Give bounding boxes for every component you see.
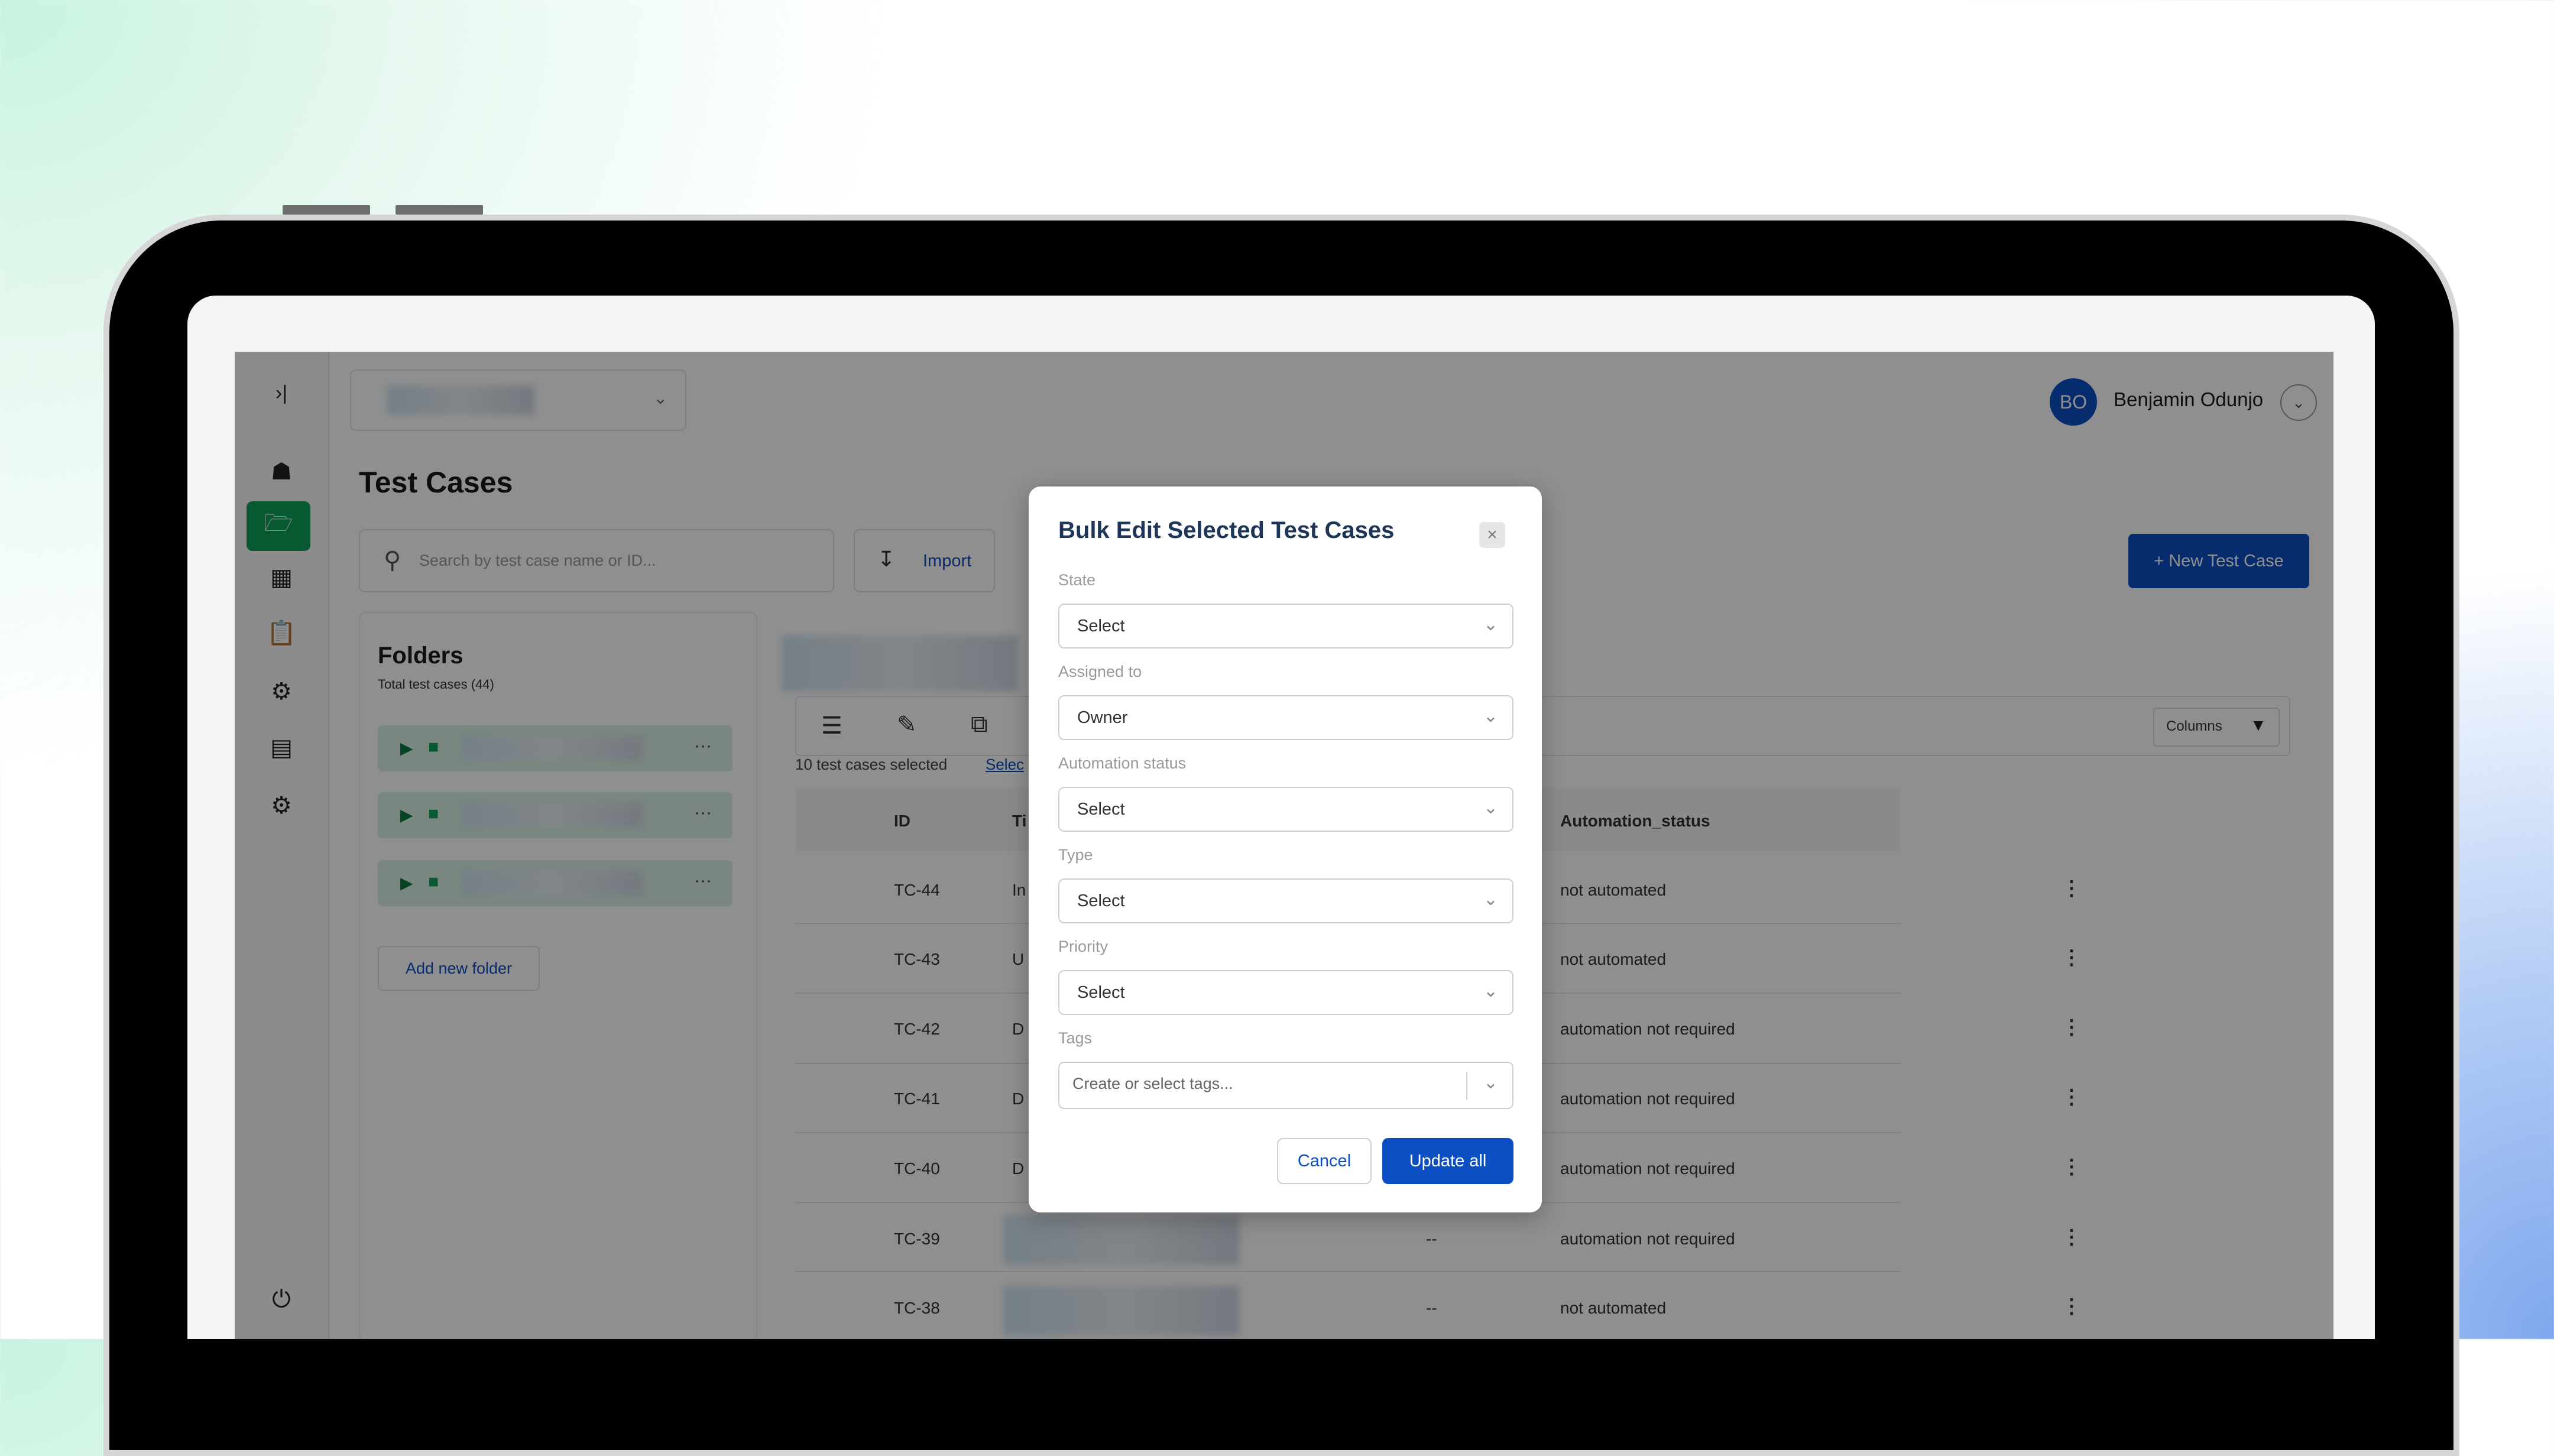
state-label: State [1058,571,1096,589]
update-all-button[interactable]: Update all [1382,1138,1513,1184]
chevron-down-icon: ⌄ [1483,615,1498,634]
automation-status-select[interactable]: Select ⌄ [1058,787,1513,832]
chevron-down-icon: ⌄ [1483,890,1498,909]
state-select[interactable]: Select ⌄ [1058,604,1513,648]
type-select[interactable]: Select ⌄ [1058,878,1513,923]
bulk-edit-modal: Bulk Edit Selected Test Cases × State Se… [1029,487,1542,1212]
state-value: Select [1077,617,1125,635]
device-volume-button [283,205,370,215]
automation-status-value: Select [1077,800,1125,819]
chevron-down-icon: ⌄ [1483,798,1498,818]
priority-select[interactable]: Select ⌄ [1058,970,1513,1015]
chevron-down-icon: ⌄ [1483,981,1498,1001]
tags-label: Tags [1058,1029,1093,1047]
device-power-button [396,205,483,215]
automation-status-label: Automation status [1058,754,1187,772]
chevron-down-icon: ⌄ [1483,1073,1498,1092]
cancel-button[interactable]: Cancel [1277,1138,1372,1184]
tags-placeholder: Create or select tags... [1072,1075,1233,1092]
modal-title: Bulk Edit Selected Test Cases [1058,517,1395,543]
assigned-to-label: Assigned to [1058,663,1142,680]
close-icon[interactable]: × [1479,522,1505,548]
assigned-to-value: Owner [1077,708,1128,727]
tags-input[interactable]: Create or select tags... ⌄ [1058,1062,1513,1109]
type-value: Select [1077,891,1125,910]
assigned-to-select[interactable]: Owner ⌄ [1058,695,1513,740]
chevron-down-icon: ⌄ [1483,706,1498,726]
priority-value: Select [1077,983,1125,1002]
tags-divider [1466,1072,1467,1100]
type-label: Type [1058,846,1093,864]
priority-label: Priority [1058,938,1109,955]
